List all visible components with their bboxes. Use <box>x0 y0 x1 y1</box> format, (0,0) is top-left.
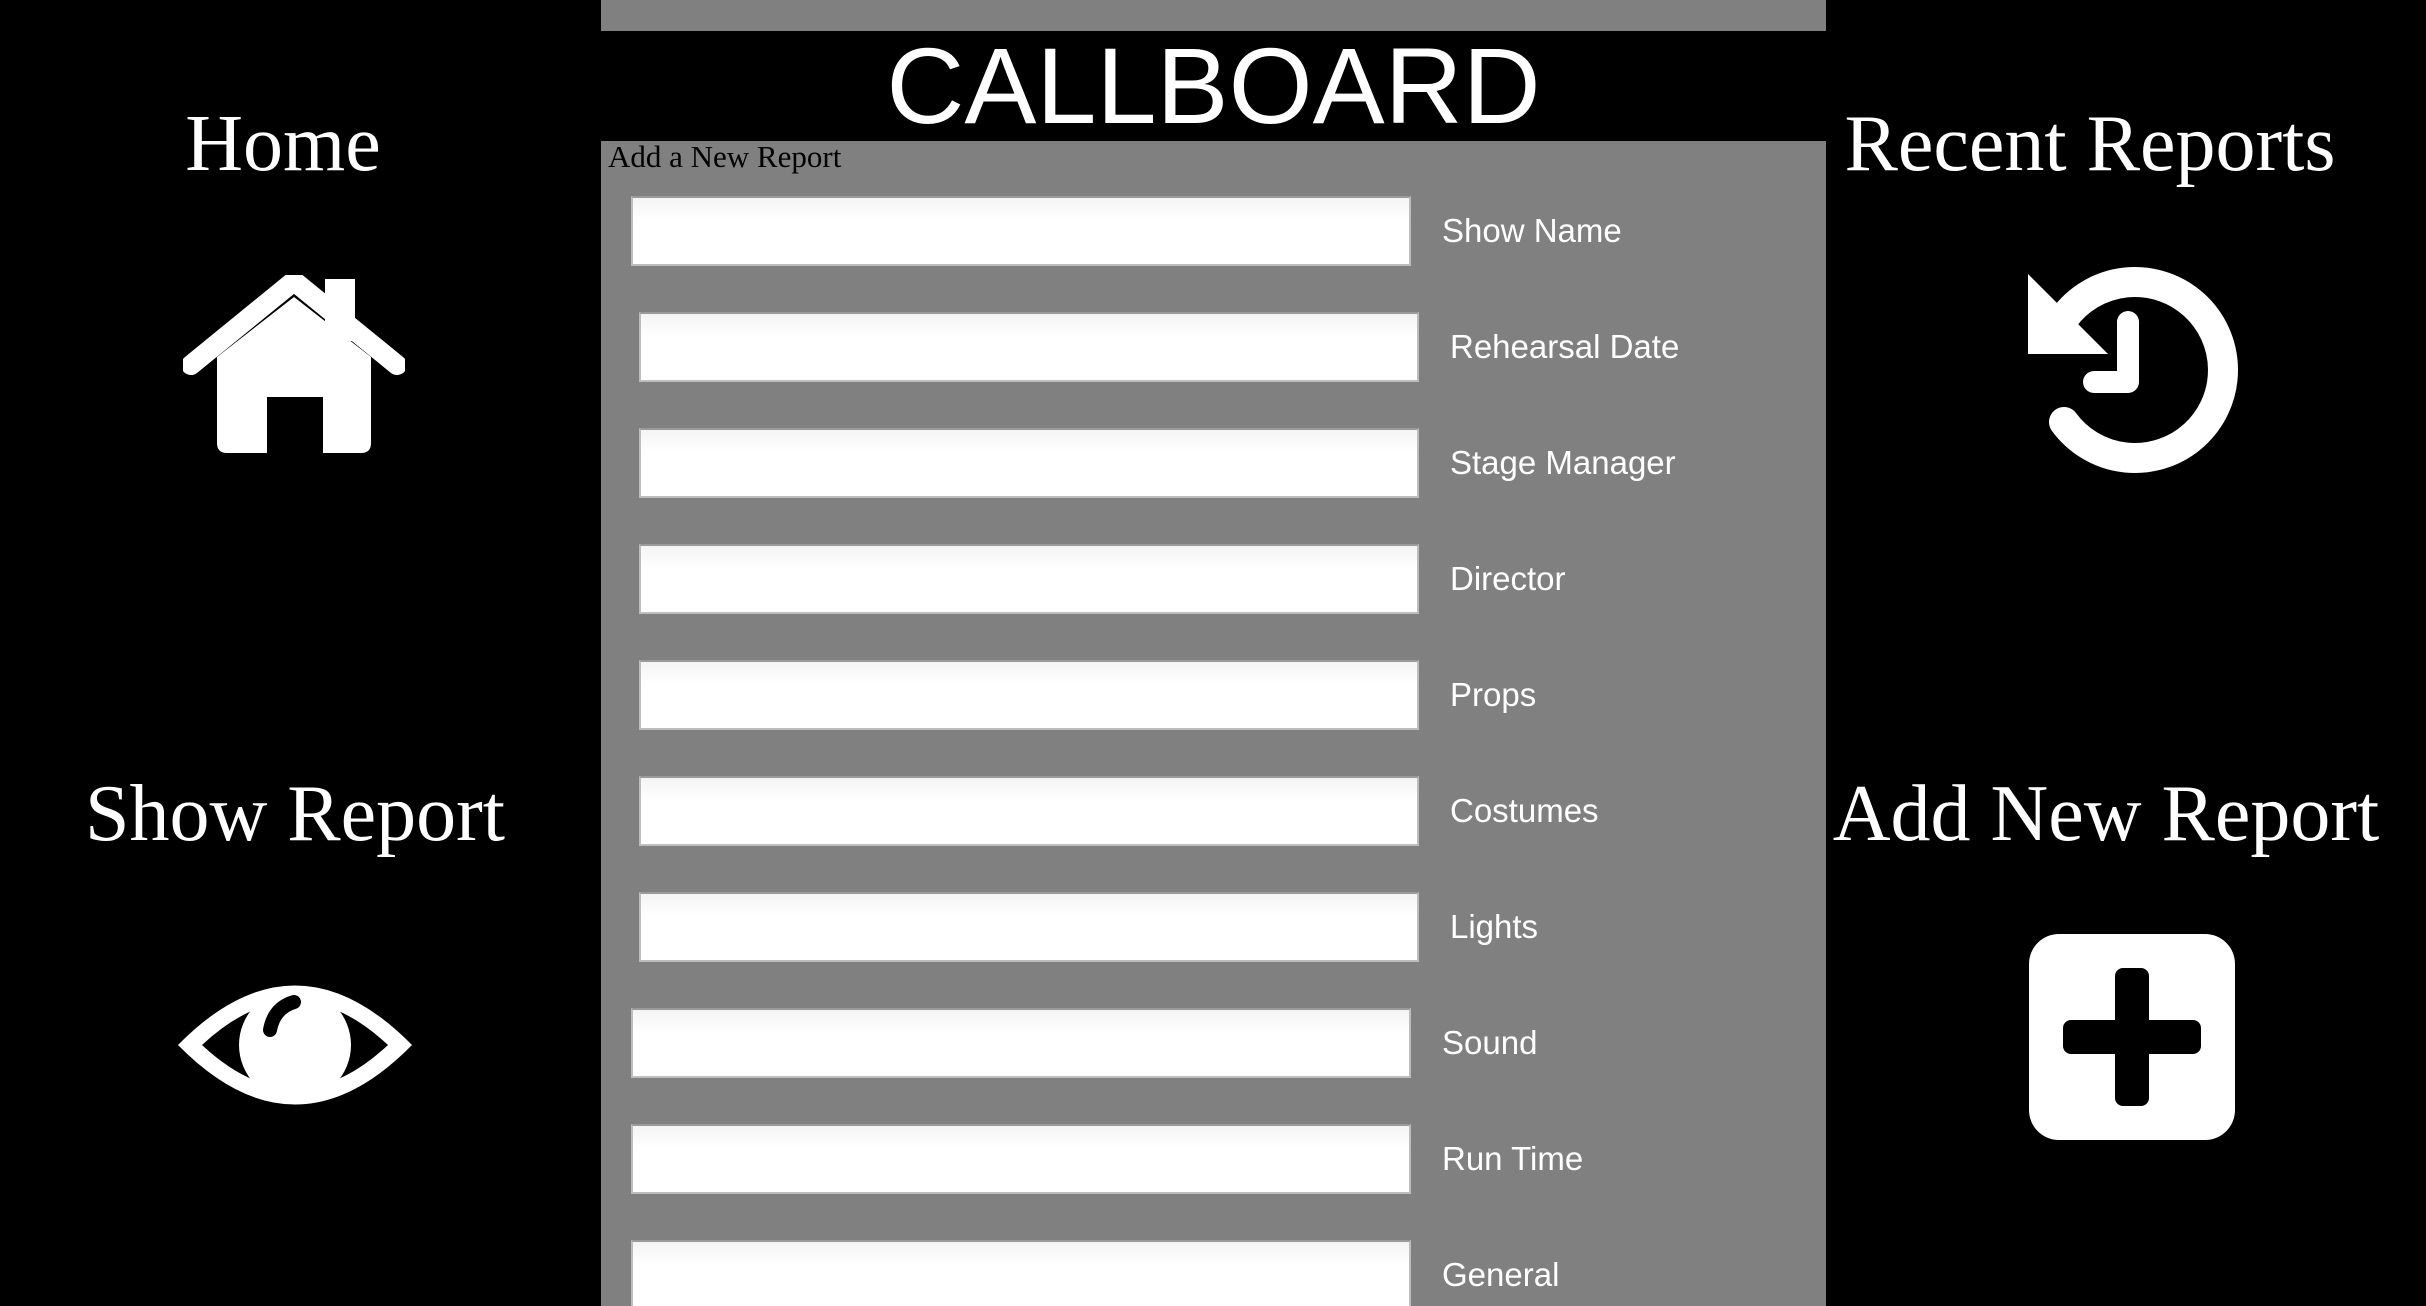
rehearsal-date-label: Rehearsal Date <box>1450 328 1680 365</box>
recent-reports-link-label: Recent Reports <box>1844 100 2336 188</box>
costumes-input[interactable] <box>639 776 1419 846</box>
run-time-input[interactable] <box>631 1124 1411 1194</box>
rehearsal-date-input[interactable] <box>639 312 1419 382</box>
director-input[interactable] <box>639 544 1419 614</box>
add-new-report-link[interactable]: Add New Report <box>1806 774 2406 854</box>
general-input[interactable] <box>631 1240 1411 1306</box>
form-heading: Add a New Report <box>608 139 842 174</box>
plus-square-icon[interactable] <box>2029 934 2235 1140</box>
director-label: Director <box>1450 560 1566 597</box>
stage-manager-label: Stage Manager <box>1450 444 1676 481</box>
recent-reports-link[interactable]: Recent Reports <box>1790 104 2390 184</box>
stage-manager-input[interactable] <box>639 428 1419 498</box>
costumes-label: Costumes <box>1450 792 1599 829</box>
show-report-link-label: Show Report <box>85 770 505 858</box>
sound-input[interactable] <box>631 1008 1411 1078</box>
props-label: Props <box>1450 676 1537 713</box>
general-label: General <box>1442 1256 1560 1293</box>
lights-input[interactable] <box>639 892 1419 962</box>
add-new-report-link-label: Add New Report <box>1832 770 2380 858</box>
props-input[interactable] <box>639 660 1419 730</box>
history-icon[interactable] <box>2024 262 2238 474</box>
eye-icon[interactable] <box>172 966 418 1124</box>
header-bar: CALLBOARD <box>601 31 1826 141</box>
show-name-label: Show Name <box>1442 212 1622 249</box>
lights-label: Lights <box>1450 908 1539 945</box>
sound-label: Sound <box>1442 1024 1538 1061</box>
report-form-panel: CALLBOARD Add a New Report Show Name Reh… <box>601 0 1826 1306</box>
show-report-link[interactable]: Show Report <box>0 774 590 854</box>
home-icon[interactable] <box>181 271 407 455</box>
show-name-input[interactable] <box>631 196 1411 266</box>
run-time-label: Run Time <box>1442 1140 1584 1177</box>
home-link-label: Home <box>185 100 381 188</box>
app-title: CALLBOARD <box>886 25 1541 146</box>
home-link[interactable]: Home <box>0 104 566 184</box>
